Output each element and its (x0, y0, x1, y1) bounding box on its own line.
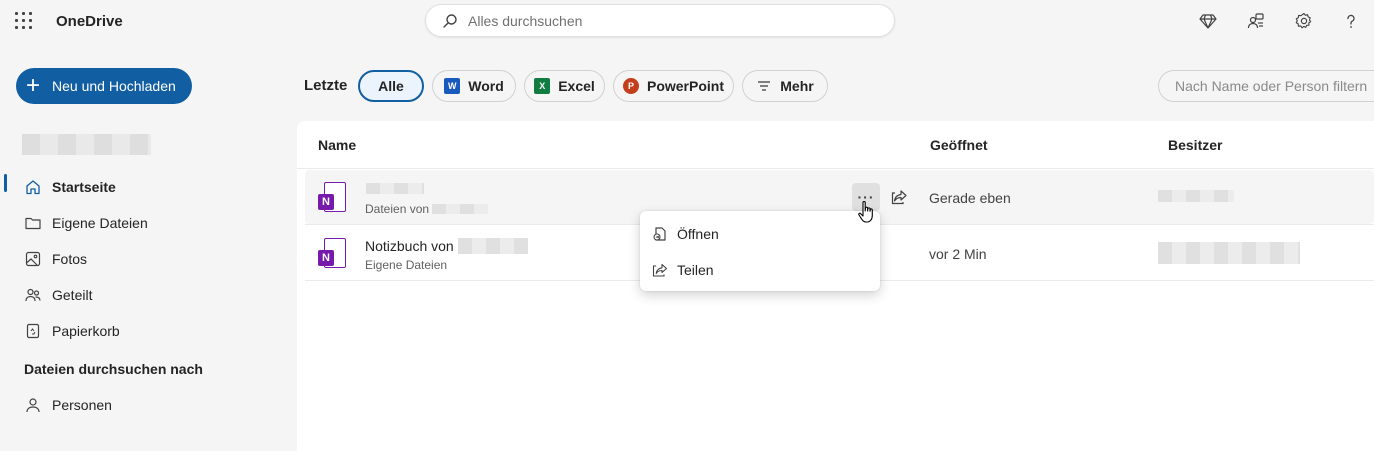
sidebar-item-fotos[interactable]: Fotos (0, 241, 296, 277)
search-icon (443, 13, 457, 28)
menu-item-share[interactable]: Teilen (640, 252, 880, 288)
column-header-owner[interactable]: Besitzer (1168, 137, 1222, 153)
file-name-redacted (366, 183, 424, 194)
chip-label: Mehr (780, 78, 814, 94)
help-icon[interactable] (1341, 11, 1361, 31)
sidebar-item-label: Eigene Dateien (52, 215, 148, 231)
sidebar-item-geteilt[interactable]: Geteilt (0, 277, 296, 313)
opened-time: vor 2 Min (929, 246, 987, 262)
share-icon[interactable] (890, 188, 908, 206)
column-header-opened[interactable]: Geöffnet (930, 137, 988, 153)
recent-label: Letzte (304, 77, 348, 94)
chip-all[interactable]: Alle (358, 70, 424, 102)
new-and-upload-button[interactable]: + Neu und Hochladen (16, 68, 192, 104)
onenote-file-icon: N (318, 182, 346, 214)
chip-label: Excel (558, 78, 595, 94)
plus-icon: + (26, 72, 41, 99)
name-person-filter[interactable] (1158, 70, 1374, 102)
column-header-name[interactable]: Name (318, 137, 356, 153)
onenote-file-icon: N (318, 238, 346, 270)
opened-time: Gerade eben (929, 190, 1011, 206)
menu-item-label: Teilen (677, 262, 714, 278)
onedrive-app: OneDrive + Neu und Hochladen Startseite … (0, 0, 1374, 451)
chip-label: Word (468, 78, 504, 94)
search-box[interactable] (425, 4, 895, 37)
file-name[interactable]: Notizbuch von (365, 238, 454, 254)
chip-powerpoint[interactable]: P PowerPoint (613, 70, 734, 102)
filter-input[interactable] (1175, 78, 1374, 94)
account-name-redacted (22, 134, 151, 155)
new-and-upload-label: Neu und Hochladen (52, 78, 176, 94)
sidebar-item-personen[interactable]: Personen (0, 387, 296, 423)
owner-redacted (1158, 190, 1234, 202)
file-location: Dateien von (365, 202, 430, 216)
file-location: Eigene Dateien (365, 258, 448, 272)
app-title[interactable]: OneDrive (56, 13, 123, 30)
settings-gear-icon[interactable] (1294, 11, 1314, 31)
hand-cursor-icon (858, 201, 873, 223)
chip-label: PowerPoint (646, 78, 724, 94)
people-settings-icon[interactable] (1246, 11, 1266, 31)
sidebar-item-eigene-dateien[interactable]: Eigene Dateien (0, 205, 296, 241)
chip-excel[interactable]: X Excel (524, 70, 605, 102)
open-icon (653, 227, 666, 241)
chip-label: Alle (378, 78, 404, 94)
owner-redacted (1158, 242, 1300, 264)
browse-nav: Personen (0, 387, 296, 423)
menu-item-label: Öffnen (677, 226, 719, 242)
photo-icon (25, 251, 41, 267)
header-divider (297, 168, 1374, 169)
filter-icon (758, 81, 771, 91)
sidebar-nav: Startseite Eigene Dateien Fotos Geteilt … (0, 169, 296, 349)
word-icon: W (444, 78, 461, 94)
chip-word[interactable]: W Word (432, 70, 516, 102)
chip-more[interactable]: Mehr (742, 70, 828, 102)
browse-section-title: Dateien durchsuchen nach (24, 361, 203, 377)
sidebar-item-label: Personen (52, 397, 112, 413)
sidebar-item-label: Geteilt (52, 287, 93, 303)
app-launcher-icon[interactable] (15, 12, 33, 30)
people-icon (25, 288, 41, 302)
powerpoint-icon: P (622, 78, 639, 94)
premium-diamond-icon[interactable] (1198, 11, 1218, 31)
home-icon (26, 180, 40, 195)
sidebar-item-papierkorb[interactable]: Papierkorb (0, 313, 296, 349)
sidebar-item-startseite[interactable]: Startseite (0, 169, 296, 205)
sidebar-item-label: Startseite (52, 179, 116, 195)
owner-name-redacted (432, 204, 488, 214)
folder-icon (25, 217, 41, 230)
excel-icon: X (534, 78, 551, 94)
file-name-redacted (458, 238, 528, 254)
context-menu: Öffnen Teilen (640, 211, 880, 291)
person-icon (26, 398, 40, 413)
sidebar-item-label: Fotos (52, 251, 88, 267)
sidebar-item-label: Papierkorb (52, 323, 120, 339)
recycle-bin-icon (26, 323, 40, 339)
menu-item-open[interactable]: Öffnen (640, 216, 880, 252)
search-input[interactable] (468, 12, 848, 29)
share-icon (652, 263, 668, 277)
